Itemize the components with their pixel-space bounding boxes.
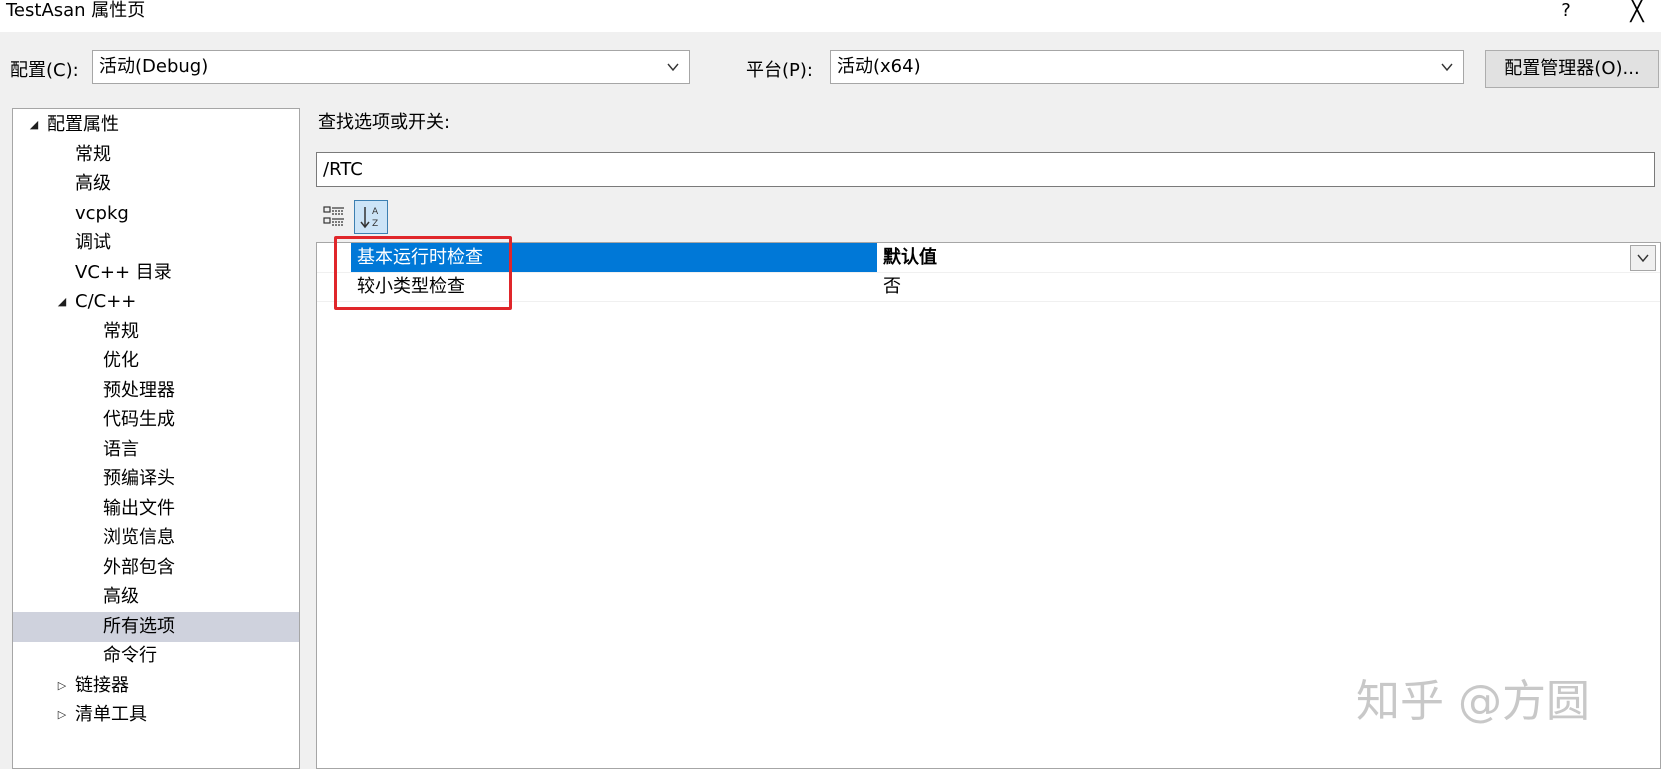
tree-item-label: 配置属性 <box>47 114 119 135</box>
tree-item-label: 高级 <box>75 173 111 194</box>
tree-item[interactable]: 预编译头 <box>13 464 299 494</box>
property-value[interactable]: 否 <box>883 272 901 301</box>
tree-item-label: 高级 <box>103 586 139 607</box>
svg-text:A: A <box>372 207 379 217</box>
tree-item[interactable]: ▷ 链接器 <box>13 671 299 701</box>
tree-item[interactable]: 语言 <box>13 435 299 465</box>
svg-text:Z: Z <box>372 219 378 229</box>
tree-item[interactable]: 外部包含 <box>13 553 299 583</box>
chevron-down-icon <box>1441 63 1453 72</box>
configuration-manager-button[interactable]: 配置管理器(O)... <box>1485 50 1659 88</box>
platform-value: 活动(x64) <box>837 56 921 77</box>
tree-item[interactable]: 预处理器 <box>13 376 299 406</box>
tree-item-label: 常规 <box>75 143 111 165</box>
tree-item-label: VC++ 目录 <box>75 261 172 283</box>
tree-item-label: 链接器 <box>75 674 129 696</box>
property-pages-dialog: TestAsan 属性页 ? ╳ 配置(C): 活动(Debug) 平台(P):… <box>0 0 1661 769</box>
help-button[interactable]: ? <box>1554 0 1578 24</box>
tree-item[interactable]: 常规 <box>13 317 299 347</box>
tree-item[interactable]: ◢ C/C++ <box>13 287 299 317</box>
grid-row[interactable]: 较小类型检查否 <box>317 272 1660 302</box>
configuration-combobox[interactable]: 活动(Debug) <box>92 50 690 84</box>
tree-item[interactable]: 所有选项 <box>13 611 299 642</box>
watermark: 知乎 @方圆 <box>1356 676 1590 727</box>
window-title: TestAsan 属性页 <box>6 0 146 21</box>
expand-arrow-icon[interactable]: ▷ <box>55 700 69 730</box>
tree-item-label: 代码生成 <box>103 409 175 430</box>
tree-item[interactable]: 常规 <box>13 140 299 170</box>
platform-combobox[interactable]: 活动(x64) <box>830 50 1464 84</box>
search-label: 查找选项或开关: <box>318 112 451 133</box>
tree-item-label: 预编译头 <box>103 468 175 489</box>
tree-item[interactable]: 优化 <box>13 346 299 376</box>
chevron-down-icon <box>1637 254 1649 263</box>
tree-item[interactable]: ◢ 配置属性 <box>13 110 299 140</box>
alphabetical-view-button[interactable]: A Z <box>354 200 388 234</box>
expand-arrow-icon[interactable]: ▷ <box>55 671 69 701</box>
tree-item[interactable]: 高级 <box>13 582 299 612</box>
tree-item[interactable]: 输出文件 <box>13 494 299 524</box>
tree-item-label: 所有选项 <box>103 615 175 637</box>
tree-item[interactable]: 调试 <box>13 228 299 258</box>
value-dropdown-button[interactable] <box>1630 245 1656 271</box>
tree-item-label: 调试 <box>75 232 111 253</box>
configuration-value: 活动(Debug) <box>99 56 209 77</box>
title-bar: TestAsan 属性页 ? ╳ <box>0 0 1661 32</box>
platform-label: 平台(P): <box>746 60 813 81</box>
tree-item-label: 外部包含 <box>103 556 175 578</box>
tree-item-label: 语言 <box>103 438 139 460</box>
tree-item-label: 浏览信息 <box>103 527 175 548</box>
tree-item-label: vcpkg <box>75 202 129 224</box>
sort-alphabetical-icon: A Z <box>360 207 379 229</box>
property-name[interactable]: 基本运行时检查 <box>351 243 877 272</box>
chevron-down-icon <box>667 63 679 72</box>
property-name[interactable]: 较小类型检查 <box>351 272 877 301</box>
tree-item[interactable]: 命令行 <box>13 641 299 671</box>
collapse-arrow-icon[interactable]: ◢ <box>55 287 69 317</box>
tree-item[interactable]: 高级 <box>13 169 299 199</box>
tree-item[interactable]: 浏览信息 <box>13 523 299 553</box>
grid-row[interactable]: 基本运行时检查 默认值 <box>317 243 1660 273</box>
tree-item-label: C/C++ <box>75 291 137 312</box>
tree-item-label: 优化 <box>103 350 139 371</box>
property-value[interactable]: 默认值 <box>883 243 937 272</box>
search-input[interactable] <box>316 152 1655 187</box>
tree-item-label: 清单工具 <box>75 704 147 725</box>
categorized-icon <box>323 206 344 226</box>
collapse-arrow-icon[interactable]: ◢ <box>27 110 41 140</box>
tree-item[interactable]: 代码生成 <box>13 405 299 435</box>
configuration-label: 配置(C): <box>10 60 79 81</box>
tree-item[interactable]: ▷ 清单工具 <box>13 700 299 730</box>
categorized-view-button[interactable] <box>318 200 352 234</box>
tree-item[interactable]: VC++ 目录 <box>13 258 299 288</box>
tree-item-label: 输出文件 <box>103 497 175 519</box>
tree-item[interactable]: vcpkg <box>13 199 299 229</box>
tree-item-label: 预处理器 <box>103 379 175 401</box>
close-button[interactable]: ╳ <box>1622 0 1652 24</box>
tree-item-label: 常规 <box>103 320 139 342</box>
tree-item-label: 命令行 <box>103 645 157 666</box>
property-tree: ◢ 配置属性 常规 高级 vcpkg 调试 VC++ 目录 ◢ C/C++ 常规 优化 预处理器 代码生… <box>12 108 300 769</box>
